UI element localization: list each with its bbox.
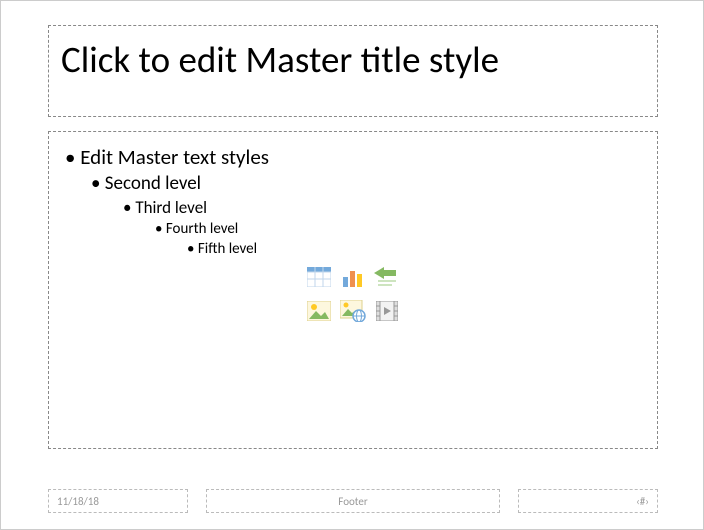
master-slide-number-placeholder[interactable]: ‹#› [518,489,658,513]
master-footer-placeholder[interactable]: Footer [206,489,500,513]
bullet-level-4: Fourth level [155,220,645,238]
insert-table-icon[interactable] [305,266,333,288]
bullet-level-2: Second level [91,172,645,195]
bullet-level-5: Fifth level [187,240,645,258]
insert-smartart-icon[interactable] [373,266,401,288]
master-footer-text: Footer [338,495,367,508]
bullet-level-1: Edit Master text styles [65,144,645,170]
bullet-level-3: Third level [123,197,645,218]
insert-chart-icon[interactable] [339,266,367,288]
insert-online-picture-icon[interactable] [339,300,367,322]
master-bullet-list: Edit Master text styles Second level Thi… [61,144,645,258]
insert-picture-icon[interactable] [305,300,333,322]
content-insert-icons [305,266,401,326]
master-date-text: 11/18/18 [57,495,99,508]
master-title-placeholder[interactable]: Click to edit Master title style [48,25,658,117]
insert-video-icon[interactable] [373,300,401,322]
master-date-placeholder[interactable]: 11/18/18 [48,489,188,513]
master-title-text: Click to edit Master title style [61,40,645,81]
master-slide-number-text: ‹#› [636,495,649,508]
master-content-placeholder[interactable]: Edit Master text styles Second level Thi… [48,131,658,449]
